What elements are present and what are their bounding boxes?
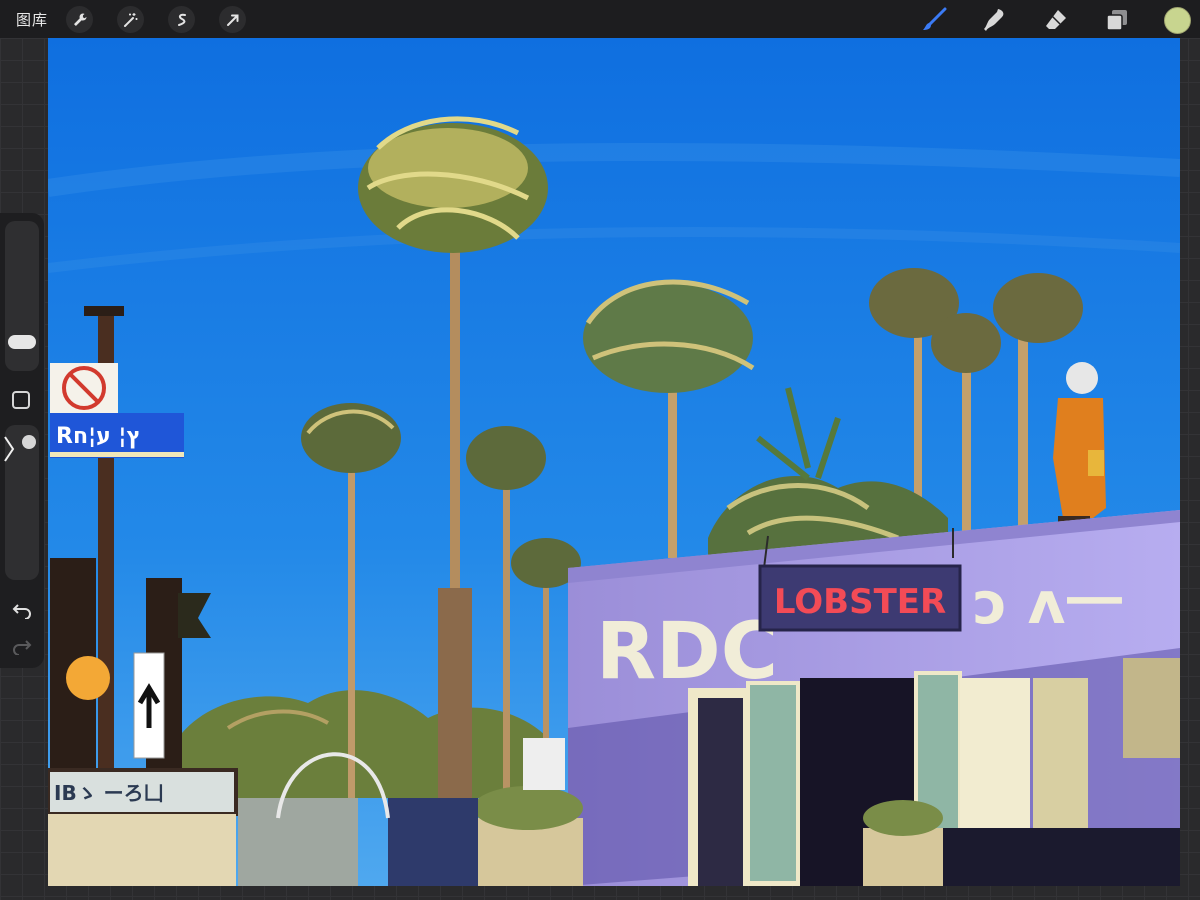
layers-button[interactable] [1103, 6, 1131, 34]
sidebar-expand-tab[interactable] [0, 431, 18, 467]
artwork-illustration: RDC ɔ ʌ一 LOBSTER Rץ¦ ע¦ח IBゝ ーろ凵 [48, 38, 1180, 886]
transform-arrow-icon [226, 14, 238, 26]
wrench-icon [73, 13, 86, 26]
redo-button[interactable] [10, 637, 34, 657]
redo-icon [13, 640, 32, 655]
selection-button[interactable] [168, 6, 195, 33]
actions-wrench-button[interactable] [66, 6, 93, 33]
wall-text-right: ɔ ʌ一 [973, 569, 1123, 637]
transform-button[interactable] [219, 6, 246, 33]
brush-icon [923, 7, 947, 30]
distant-house [523, 738, 565, 790]
artwork-canvas[interactable]: RDC ɔ ʌ一 LOBSTER Rץ¦ ע¦ח IBゝ ーろ凵 [48, 38, 1180, 886]
modify-button[interactable] [12, 391, 30, 409]
eraser-button[interactable] [1042, 6, 1070, 34]
lobster-sign-text: LOBSTER [774, 582, 946, 622]
left-sidebar [0, 213, 44, 668]
bottom-sign-text: IBゝ ーろ凵 [54, 781, 164, 805]
eraser-icon [1046, 10, 1066, 29]
chevron-right-icon [4, 436, 15, 462]
smudge-icon [984, 9, 1004, 31]
opacity-thumb[interactable] [22, 435, 36, 449]
layers-icon [1106, 10, 1127, 31]
undo-button[interactable] [10, 601, 34, 621]
selection-icon [177, 13, 186, 26]
gallery-button[interactable]: 图库 [16, 9, 48, 30]
brush-button[interactable] [920, 6, 948, 34]
planter-right [863, 828, 943, 886]
undo-icon [12, 604, 31, 619]
smudge-button[interactable] [980, 6, 1008, 34]
color-picker-swatch[interactable] [1164, 7, 1191, 34]
brush-size-thumb[interactable] [8, 335, 36, 349]
pedestrian-signal-light [66, 656, 110, 700]
adjustments-button[interactable] [117, 6, 144, 33]
top-toolbar: 图库 [0, 0, 1200, 38]
magic-wand-icon [123, 12, 137, 27]
blue-sign-text: Rץ¦ ע¦ח [56, 424, 141, 449]
